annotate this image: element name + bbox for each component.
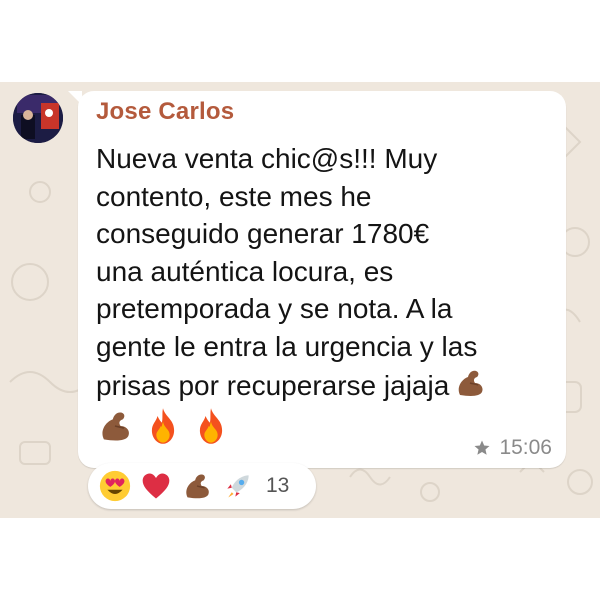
emoji-line [95, 406, 231, 451]
message-time: 15:06 [499, 436, 552, 459]
heart-eyes-icon [98, 469, 132, 503]
message-line: prisas por recuperarse jajaja [96, 370, 450, 401]
rocket-icon [222, 470, 254, 502]
flexed-biceps-icon [452, 365, 488, 411]
reaction-count: 13 [266, 474, 290, 497]
message-line: contento, este mes he [96, 180, 372, 212]
fire-icon [191, 406, 231, 451]
message-line: conseguido generar 1780€ [96, 218, 430, 249]
message-line: una auténtica locura, es [96, 255, 394, 287]
star-icon [473, 439, 491, 457]
fire-icon [143, 406, 183, 451]
message-meta: 15:06 [473, 436, 552, 460]
sender-name[interactable]: Jose Carlos [96, 98, 234, 126]
reactions-bar[interactable]: 13 [88, 463, 316, 509]
message-line: Nueva venta chic@s!!! Muy [96, 143, 438, 174]
flexed-biceps-icon [180, 469, 214, 503]
message-line-last: prisas por recuperarse jajaja [96, 365, 516, 411]
message-line: pretemporada y se nota. A la [96, 293, 453, 324]
message-text: Nueva venta chic@s!!! Muy contento, este… [96, 140, 516, 411]
red-heart-icon [140, 470, 172, 502]
avatar-photo-icon [13, 93, 63, 143]
message-line: gente le entra la urgencia y las [96, 330, 478, 362]
sender-avatar[interactable] [13, 93, 63, 143]
flexed-biceps-icon [95, 406, 135, 451]
